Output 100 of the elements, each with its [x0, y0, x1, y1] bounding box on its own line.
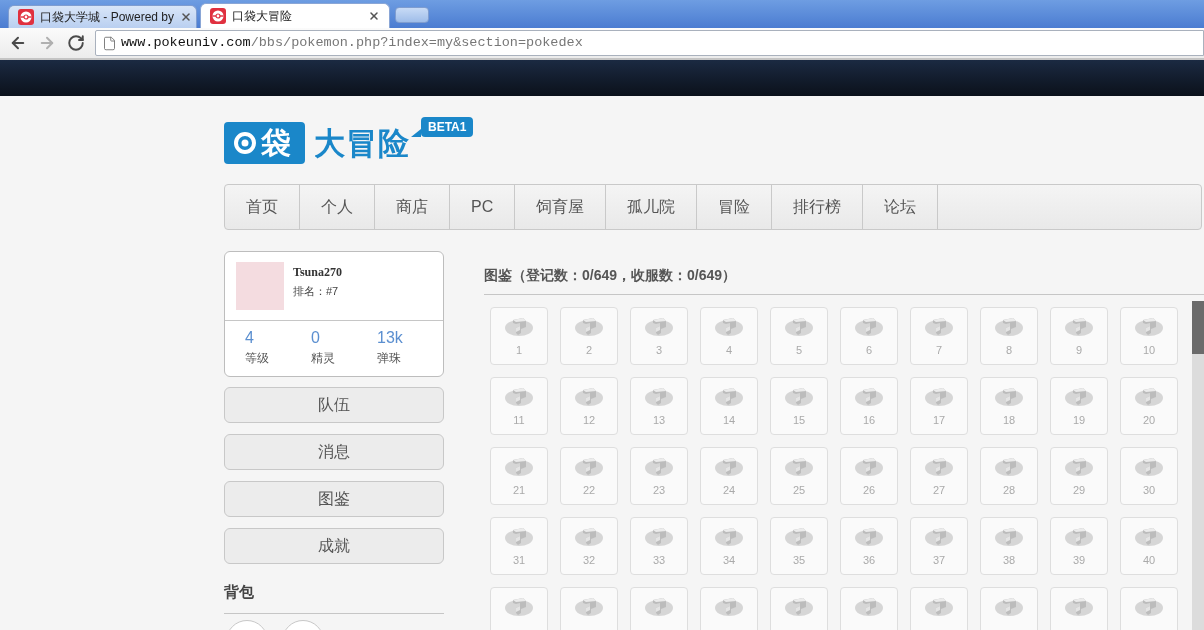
pokedex-entry[interactable]: 29: [1050, 447, 1108, 505]
question-block-icon: [1064, 386, 1094, 408]
question-block-icon: [924, 526, 954, 548]
user-rank: 排名：#7: [293, 284, 340, 299]
entry-number: 16: [862, 413, 876, 427]
entry-number: 39: [1072, 553, 1086, 567]
nav-item[interactable]: 冒险: [697, 185, 773, 229]
pokedex-entry[interactable]: 36: [840, 517, 898, 575]
pokedex-entry[interactable]: 32: [560, 517, 618, 575]
pokedex-entry[interactable]: 40: [1120, 517, 1178, 575]
question-block-icon: [854, 596, 884, 618]
pokedex-entry[interactable]: 10: [1120, 307, 1178, 365]
entry-number: 14: [722, 413, 736, 427]
pokedex-entry[interactable]: 22: [560, 447, 618, 505]
entry-number: 4: [725, 343, 733, 357]
pokedex-entry[interactable]: 38: [980, 517, 1038, 575]
pokedex-entry[interactable]: 6: [840, 307, 898, 365]
nav-item[interactable]: 论坛: [863, 185, 939, 229]
pokedex-entry[interactable]: [980, 587, 1038, 630]
pokedex-entry[interactable]: [770, 587, 828, 630]
close-icon[interactable]: [368, 10, 380, 22]
entry-number: 35: [792, 553, 806, 567]
stat-label: 弹珠: [377, 350, 402, 366]
pokedex-entry[interactable]: 3: [630, 307, 688, 365]
pokedex-entry[interactable]: [490, 587, 548, 630]
pokedex-entry[interactable]: 18: [980, 377, 1038, 435]
new-tab-button[interactable]: [395, 7, 429, 23]
pokedex-entry[interactable]: [630, 587, 688, 630]
nav-item[interactable]: 孤儿院: [606, 185, 698, 229]
browser-tab[interactable]: 口袋大冒险: [200, 3, 390, 28]
question-block-icon: [1134, 386, 1164, 408]
question-block-icon: [504, 316, 534, 338]
question-block-icon: [854, 526, 884, 548]
entry-number: 38: [1002, 553, 1016, 567]
pokedex-entry[interactable]: 15: [770, 377, 828, 435]
pokedex-entry[interactable]: 7: [910, 307, 968, 365]
pokedex-title: 图鉴（登记数：0/649，收服数：0/649）: [484, 267, 737, 283]
logo-title: 大冒险: [314, 124, 410, 163]
pokedex-entry[interactable]: 21: [490, 447, 548, 505]
pokedex-entry[interactable]: 2: [560, 307, 618, 365]
pokedex-entry[interactable]: 30: [1120, 447, 1178, 505]
pokedex-entry[interactable]: [560, 587, 618, 630]
menu-button[interactable]: 图鉴: [224, 481, 444, 517]
pokedex-entry[interactable]: 16: [840, 377, 898, 435]
nav-item[interactable]: 饲育屋: [515, 185, 607, 229]
menu-button[interactable]: 成就: [224, 528, 444, 564]
pokedex-entry[interactable]: 17: [910, 377, 968, 435]
pokedex-entry[interactable]: 28: [980, 447, 1038, 505]
pokedex-entry[interactable]: 1: [490, 307, 548, 365]
question-block-icon: [924, 456, 954, 478]
pokedex-entry[interactable]: 20: [1120, 377, 1178, 435]
question-block-icon: [714, 386, 744, 408]
menu-button[interactable]: 队伍: [224, 387, 444, 423]
pokedex-entry[interactable]: 26: [840, 447, 898, 505]
question-block-icon: [784, 386, 814, 408]
pokedex-entry[interactable]: 37: [910, 517, 968, 575]
pokedex-entry[interactable]: 9: [1050, 307, 1108, 365]
nav-item[interactable]: 商店: [375, 185, 450, 229]
question-block-icon: [854, 316, 884, 338]
pokedex-entry[interactable]: 34: [700, 517, 758, 575]
question-block-icon: [994, 596, 1024, 618]
pokedex-entry[interactable]: [840, 587, 898, 630]
scrollbar[interactable]: [1192, 301, 1204, 630]
browser-tab[interactable]: 口袋大学城 - Powered by: [8, 5, 197, 28]
pokedex-entry[interactable]: 23: [630, 447, 688, 505]
pokedex-entry[interactable]: [700, 587, 758, 630]
pokedex-entry[interactable]: 27: [910, 447, 968, 505]
pokedex-entry[interactable]: 19: [1050, 377, 1108, 435]
pokedex-entry[interactable]: 4: [700, 307, 758, 365]
pokedex-entry[interactable]: 14: [700, 377, 758, 435]
pokedex-entry[interactable]: 8: [980, 307, 1038, 365]
entry-number: 2: [585, 343, 593, 357]
nav-item[interactable]: PC: [450, 185, 516, 229]
nav-item[interactable]: 排行榜: [772, 185, 864, 229]
pokedex-entry[interactable]: [1120, 587, 1178, 630]
menu-button[interactable]: 消息: [224, 434, 444, 470]
entry-number: 11: [513, 413, 525, 427]
question-block-icon: [504, 456, 534, 478]
pokedex-entry[interactable]: 35: [770, 517, 828, 575]
pokedex-entry[interactable]: 12: [560, 377, 618, 435]
reload-button[interactable]: [66, 33, 86, 53]
entry-number: 33: [652, 553, 666, 567]
scrollbar-thumb[interactable]: [1192, 301, 1204, 354]
question-block-icon: [1064, 526, 1094, 548]
address-field[interactable]: www.pokeuniv.com/bbs/pokemon.php?index=my&section=pokedex: [95, 30, 1204, 56]
pokedex-entry[interactable]: 39: [1050, 517, 1108, 575]
pokedex-entry[interactable]: 24: [700, 447, 758, 505]
nav-item[interactable]: 首页: [225, 185, 300, 229]
pokedex-entry[interactable]: 5: [770, 307, 828, 365]
nav-item[interactable]: 个人: [300, 185, 375, 229]
stat-value: 0: [311, 328, 321, 348]
pokedex-entry[interactable]: 33: [630, 517, 688, 575]
pokedex-entry[interactable]: [1050, 587, 1108, 630]
pokedex-entry[interactable]: 11: [490, 377, 548, 435]
question-block-icon: [784, 526, 814, 548]
pokedex-entry[interactable]: 31: [490, 517, 548, 575]
pokedex-entry[interactable]: 25: [770, 447, 828, 505]
pokedex-entry[interactable]: 13: [630, 377, 688, 435]
pokedex-entry[interactable]: [910, 587, 968, 630]
close-icon[interactable]: [180, 11, 193, 23]
